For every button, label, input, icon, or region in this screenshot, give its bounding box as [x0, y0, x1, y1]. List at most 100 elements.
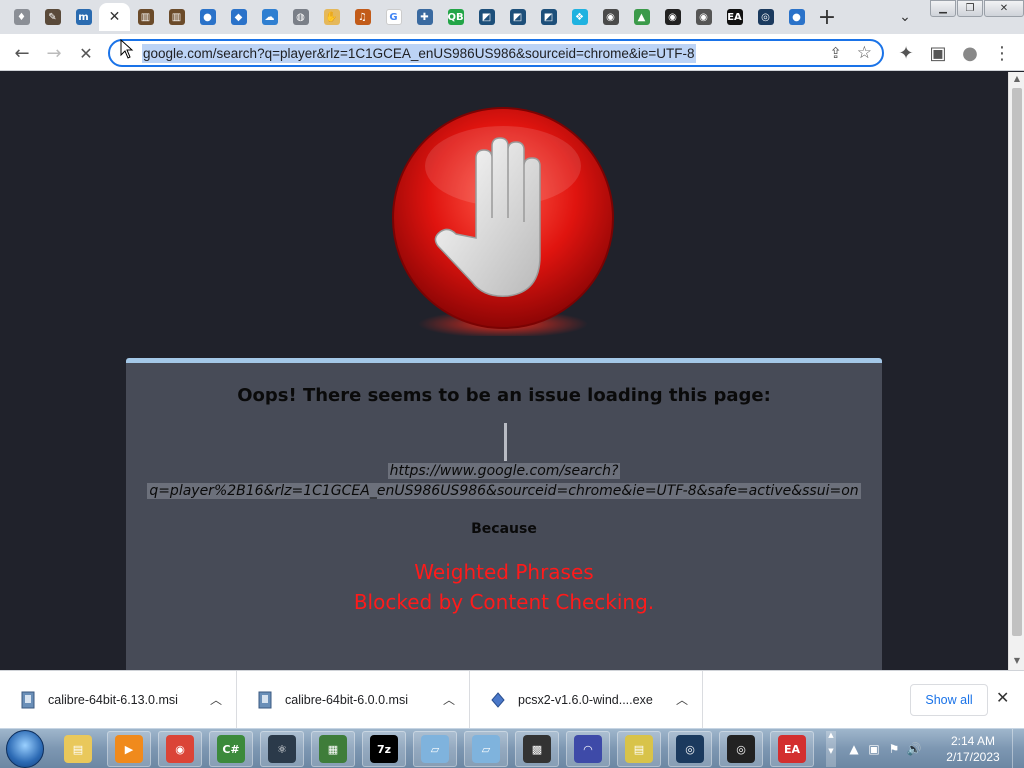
kodi-icon: ❖ — [571, 9, 588, 25]
blocked-url: https://www.google.com/search? q=player%… — [126, 461, 882, 501]
browser-tab[interactable]: ▲ — [626, 3, 657, 31]
taskbar-app-atom[interactable]: ⚛ — [260, 731, 304, 767]
browser-tab[interactable]: G — [378, 3, 409, 31]
scroll-thumb[interactable] — [1012, 88, 1022, 636]
block-reason: Weighted Phrases Blocked by Content Chec… — [126, 557, 882, 617]
browser-tab[interactable]: ◉ — [657, 3, 688, 31]
vertical-scrollbar[interactable]: ▲ ▼ — [1008, 72, 1024, 670]
chevron-up-icon[interactable]: ︿ — [210, 691, 222, 708]
scroll-down-icon[interactable]: ▼ — [1009, 656, 1024, 668]
installer-file-icon — [258, 691, 272, 709]
taskbar-app-chip[interactable]: ▩ — [515, 731, 559, 767]
clock-date: 2/17/2023 — [946, 750, 1000, 764]
download-item[interactable]: calibre-64bit-6.13.0.msi ︿ — [0, 671, 237, 729]
profile-icon[interactable]: ● — [956, 39, 984, 67]
taskbar-app-media-player[interactable]: ▶ — [107, 731, 151, 767]
browser-tab[interactable]: ◎ — [750, 3, 781, 31]
tray-expand-icon[interactable]: ▲ — [844, 742, 864, 756]
taskbar-app-7zip[interactable]: 7z — [362, 731, 406, 767]
window-close-button[interactable]: ✕ — [984, 0, 1024, 17]
browser-tab[interactable]: ✚ — [409, 3, 440, 31]
new-tab-button[interactable]: + — [814, 4, 840, 30]
browser-tab[interactable]: ◩ — [502, 3, 533, 31]
active-tab[interactable]: ✕ — [99, 3, 130, 31]
volume-icon[interactable]: 🔊 — [904, 742, 924, 756]
back-button[interactable]: ← — [8, 39, 36, 67]
blocked-page: Oops! There seems to be an issue loading… — [0, 72, 1008, 670]
show-all-button[interactable]: Show all — [910, 684, 988, 716]
minimize-button[interactable]: ▁ — [930, 0, 956, 17]
taskbar-app-spreadsheet[interactable]: ▦ — [311, 731, 355, 767]
taskbar-app-ea[interactable]: EA — [770, 731, 814, 767]
taskbar-app-notepad2[interactable]: ▱ — [464, 731, 508, 767]
taskbar-scroll[interactable]: ▲ ▼ — [826, 731, 836, 767]
browser-tab[interactable]: QB — [440, 3, 471, 31]
address-bar[interactable]: google.com/search?q=player&rlz=1C1GCEA_e… — [108, 39, 884, 67]
menu-icon[interactable]: ⋮ — [988, 39, 1016, 67]
browser-tab[interactable]: ● — [781, 3, 812, 31]
browser-tab[interactable]: ◩ — [471, 3, 502, 31]
browser-tab[interactable]: ◍ — [285, 3, 316, 31]
cloud-icon: ☁ — [261, 9, 278, 25]
taskbar-app-chrome[interactable]: ◉ — [158, 731, 202, 767]
box-icon: ◩ — [478, 9, 495, 25]
browser-tab[interactable]: ● — [192, 3, 223, 31]
taskbar-app-arc[interactable]: ◠ — [566, 731, 610, 767]
download-item[interactable]: pcsx2-v1.6.0-wind....exe ︿ — [470, 671, 703, 729]
tab-strip: ♦ ✎ m ✕ ▥ ▥ ● ◆ ☁ ◍ ✋ ♫ G ✚ QB ◩ ◩ ◩ ❖ ◉ ▲ ◉ ◉ EA ◎ ● + ⌄ ▁ ❐ ✕ — [0, 0, 1024, 34]
browser-tab[interactable]: ◉ — [595, 3, 626, 31]
download-item[interactable]: calibre-64bit-6.0.0.msi ︿ — [237, 671, 470, 729]
close-shelf-icon[interactable]: ✕ — [996, 688, 1009, 707]
ball-icon: ◍ — [292, 9, 309, 25]
browser-tab[interactable]: ▥ — [130, 3, 161, 31]
system-tray: ▲ ▣ ⚑ 🔊 — [844, 731, 924, 767]
browser-tab[interactable]: ☁ — [254, 3, 285, 31]
taskbar-app-csharp[interactable]: C# — [209, 731, 253, 767]
forward-button[interactable]: → — [40, 39, 68, 67]
browser-tab[interactable]: ♦ — [6, 3, 37, 31]
library-icon: ▥ — [168, 9, 185, 25]
download-filename: calibre-64bit-6.0.0.msi — [285, 693, 408, 707]
taskbar-app-steam[interactable]: ◎ — [668, 731, 712, 767]
box-icon: ◩ — [540, 9, 557, 25]
browser-tab[interactable]: ✋ — [316, 3, 347, 31]
bookmark-star-icon[interactable]: ☆ — [857, 43, 872, 63]
taskbar-app-explorer[interactable]: ▤ — [56, 731, 100, 767]
browser-tab[interactable]: ◉ — [688, 3, 719, 31]
scroll-up-icon[interactable]: ▲ — [1009, 74, 1024, 86]
chevron-up-icon[interactable]: ︿ — [443, 691, 455, 708]
side-panel-icon[interactable]: ▣ — [924, 39, 952, 67]
show-desktop-button[interactable] — [1012, 729, 1024, 768]
stop-loading-button[interactable]: ✕ — [72, 39, 100, 67]
browser-tab[interactable]: ▥ — [161, 3, 192, 31]
csharp-icon: C# — [217, 735, 245, 763]
share-icon[interactable]: ⇪ — [829, 44, 842, 62]
download-filename: pcsx2-v1.6.0-wind....exe — [518, 693, 653, 707]
chevron-up-icon[interactable]: ︿ — [676, 691, 688, 708]
browser-tab[interactable]: ◆ — [223, 3, 254, 31]
tab-search-button[interactable]: ⌄ — [894, 6, 916, 28]
action-center-icon[interactable]: ⚑ — [884, 742, 904, 756]
taskbar-app-notepad[interactable]: ▱ — [413, 731, 457, 767]
browser-toolbar: ← → ✕ google.com/search?q=player&rlz=1C1… — [0, 34, 1024, 71]
restore-button[interactable]: ❐ — [957, 0, 983, 17]
network-icon[interactable]: ▣ — [864, 742, 884, 756]
close-icon[interactable]: ✕ — [109, 9, 121, 25]
start-button[interactable] — [6, 730, 44, 768]
address-text[interactable]: google.com/search?q=player&rlz=1C1GCEA_e… — [142, 44, 696, 63]
extensions-icon[interactable]: ✦ — [892, 39, 920, 67]
browser-tab[interactable]: ♫ — [347, 3, 378, 31]
uplay-icon: ◎ — [727, 735, 755, 763]
browser-tab[interactable]: ◩ — [533, 3, 564, 31]
spreadsheet-icon: ▦ — [319, 735, 347, 763]
7zip-icon: 7z — [370, 735, 398, 763]
tab-list: ♦ ✎ m ✕ ▥ ▥ ● ◆ ☁ ◍ ✋ ♫ G ✚ QB ◩ ◩ ◩ ❖ ◉ ▲ ◉ ◉ EA ◎ ● — [6, 3, 812, 31]
browser-tab[interactable]: EA — [719, 3, 750, 31]
browser-tab[interactable]: ✎ — [37, 3, 68, 31]
browser-tab[interactable]: ❖ — [564, 3, 595, 31]
clock[interactable]: 2:14 AM 2/17/2023 — [940, 733, 1006, 765]
arc-icon: ◠ — [574, 735, 602, 763]
taskbar-app-folders[interactable]: ▤ — [617, 731, 661, 767]
browser-tab[interactable]: m — [68, 3, 99, 31]
taskbar-app-uplay[interactable]: ◎ — [719, 731, 763, 767]
